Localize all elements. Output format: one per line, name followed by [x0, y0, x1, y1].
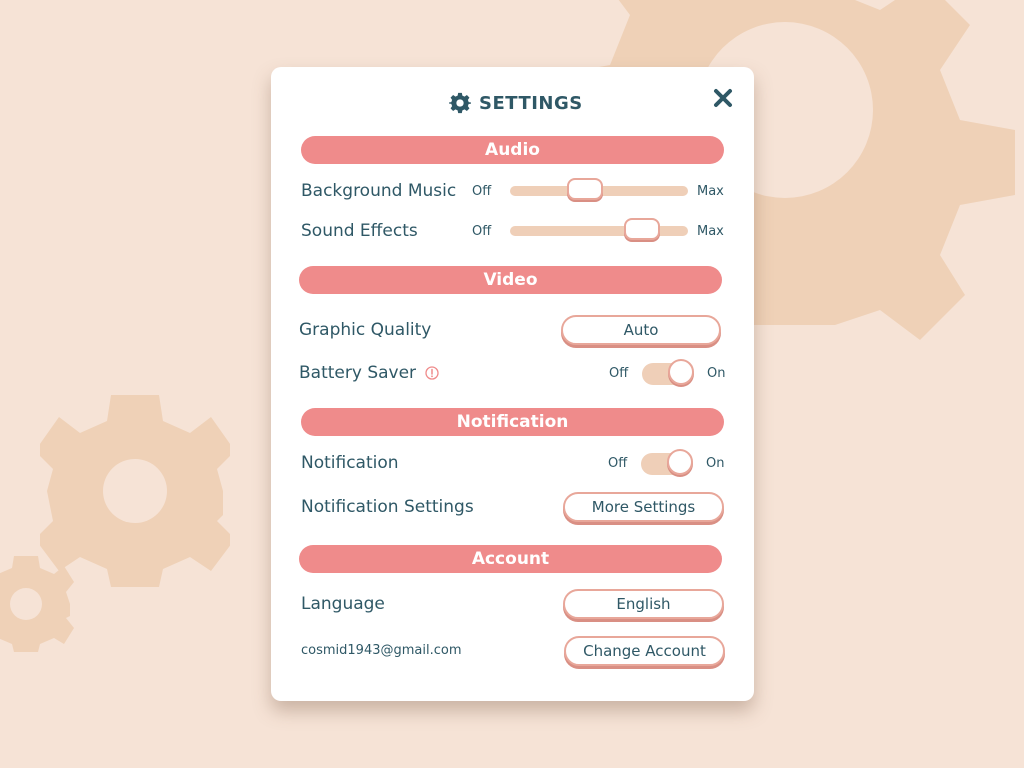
background-music-label: Background Music	[301, 181, 457, 201]
sound-effects-max-label: Max	[697, 224, 724, 239]
change-account-button-label: Change Account	[583, 642, 706, 660]
sound-effects-slider-thumb[interactable]	[624, 218, 660, 240]
small-gear-decoration	[0, 556, 74, 652]
sound-effects-label: Sound Effects	[301, 221, 418, 241]
battery-saver-on-label: On	[707, 366, 726, 381]
section-header-audio: Audio	[301, 136, 724, 164]
account-email: cosmid1943@gmail.com	[301, 643, 462, 658]
background-music-max-label: Max	[697, 184, 724, 199]
language-select[interactable]: English	[563, 589, 724, 619]
more-settings-button[interactable]: More Settings	[563, 492, 724, 522]
gear-icon	[449, 92, 471, 114]
graphic-quality-select[interactable]: Auto	[561, 315, 721, 345]
more-settings-button-label: More Settings	[591, 498, 696, 516]
section-header-audio-label: Audio	[485, 140, 540, 160]
notification-on-label: On	[706, 456, 725, 471]
section-header-video-label: Video	[483, 270, 538, 290]
dialog-header: SETTINGS	[271, 89, 754, 115]
background-music-slider-thumb[interactable]	[567, 178, 603, 200]
dialog-title: SETTINGS	[449, 91, 583, 115]
section-header-account-label: Account	[471, 549, 550, 569]
notification-toggle[interactable]	[641, 449, 693, 475]
close-icon[interactable]	[712, 87, 734, 109]
settings-dialog: SETTINGS Audio Background Music Off Max …	[271, 67, 754, 701]
sound-effects-slider[interactable]	[510, 226, 688, 236]
notification-label: Notification	[301, 453, 399, 473]
battery-saver-toggle-knob	[668, 359, 694, 385]
section-header-notification-label: Notification	[456, 412, 569, 432]
section-header-account: Account	[299, 545, 722, 573]
battery-saver-toggle[interactable]	[642, 359, 694, 385]
notification-off-label: Off	[608, 456, 628, 471]
notification-settings-label: Notification Settings	[301, 497, 474, 517]
language-value: English	[616, 595, 671, 613]
graphic-quality-label: Graphic Quality	[299, 320, 432, 340]
language-label: Language	[301, 594, 385, 614]
battery-saver-label: Battery Saver	[299, 363, 440, 383]
notification-toggle-knob	[667, 449, 693, 475]
battery-saver-off-label: Off	[609, 366, 629, 381]
sound-effects-min-label: Off	[472, 224, 492, 239]
change-account-button[interactable]: Change Account	[564, 636, 725, 666]
section-header-notification: Notification	[301, 408, 724, 436]
graphic-quality-value: Auto	[623, 321, 659, 339]
background-music-min-label: Off	[472, 184, 492, 199]
battery-saver-label-text: Battery Saver	[299, 363, 417, 383]
dialog-title-text: SETTINGS	[479, 92, 583, 114]
info-icon[interactable]	[425, 366, 440, 380]
section-header-video: Video	[299, 266, 722, 294]
